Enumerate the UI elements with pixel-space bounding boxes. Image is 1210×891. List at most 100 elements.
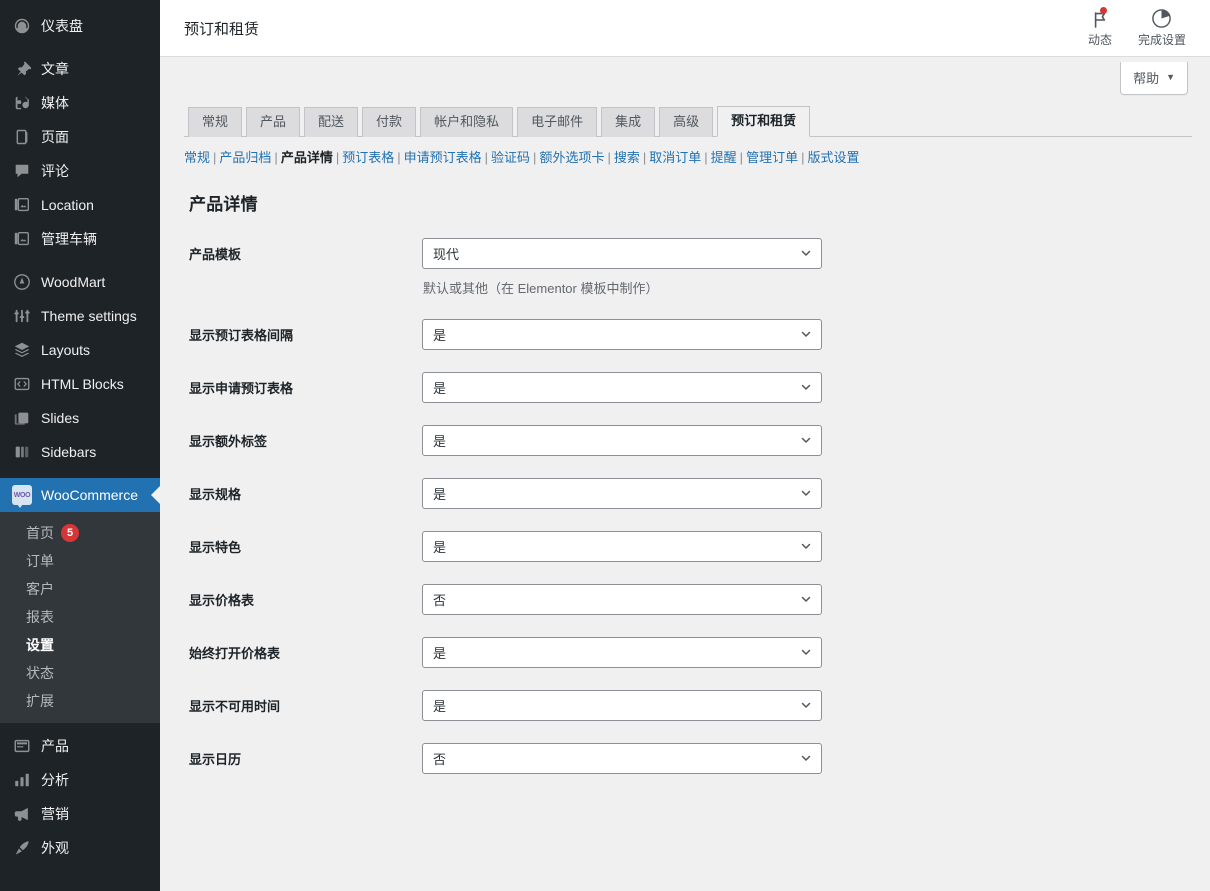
sidebar-item-products[interactable]: 产品 <box>0 729 160 763</box>
tab-label: 高级 <box>673 114 700 129</box>
help-button[interactable]: 帮助 ▼ <box>1120 62 1188 95</box>
field-row-show-extra-labels: 显示额外标签 是 <box>184 414 1192 467</box>
sidebar-item-dashboard[interactable]: 仪表盘 <box>0 9 160 43</box>
sidebar-item-theme-settings[interactable]: Theme settings <box>0 299 160 333</box>
sidebar-divider-1 <box>0 43 160 52</box>
sidebar-item-appearance[interactable]: 外观 <box>0 831 160 865</box>
tab-advanced[interactable]: 高级 <box>659 107 714 137</box>
sidebar-item-manage-vehicles[interactable]: 管理车辆 <box>0 222 160 256</box>
tab-booking-rental[interactable]: 预订和租赁 <box>717 106 811 137</box>
subnav-item-booking-form[interactable]: 预订表格 <box>342 150 394 165</box>
select-value: 是 <box>433 539 447 555</box>
sidebar-subitem-status[interactable]: 状态 <box>0 659 160 687</box>
marketing-icon <box>12 804 32 824</box>
subnav-item-extra-tabs[interactable]: 额外选项卡 <box>539 150 604 165</box>
activity-panel-label: 动态 <box>1087 32 1112 47</box>
show-unavailable-time-select[interactable]: 是 <box>422 689 822 721</box>
sidebar-subitem-customers[interactable]: 客户 <box>0 575 160 603</box>
chevron-down-icon <box>800 434 812 446</box>
setup-progress-button[interactable]: 完成设置 <box>1138 7 1186 50</box>
subnav-item-general[interactable]: 常规 <box>184 150 210 165</box>
tab-payments[interactable]: 付款 <box>362 107 417 137</box>
show-specifications-select[interactable]: 是 <box>422 477 822 509</box>
show-features-select[interactable]: 是 <box>422 530 822 562</box>
sidebar-item-label: WooCommerce <box>41 487 138 503</box>
tab-label: 常规 <box>202 114 229 129</box>
select-value: 是 <box>433 327 447 343</box>
sidebar-item-sidebars[interactable]: Sidebars <box>0 435 160 469</box>
show-request-booking-form-select[interactable]: 是 <box>422 371 822 403</box>
sidebar-item-comments[interactable]: 评论 <box>0 154 160 188</box>
chevron-down-icon <box>800 328 812 340</box>
sidebar-subitem-settings[interactable]: 设置 <box>0 631 160 659</box>
sidebar-subitem-orders[interactable]: 订单 <box>0 547 160 575</box>
chevron-down-icon <box>800 593 812 605</box>
sidebar-item-label: 评论 <box>41 163 69 179</box>
flag-icon <box>1088 6 1112 31</box>
field-row-show-unavailable-time: 显示不可用时间 是 <box>184 679 1192 732</box>
field-label: 显示预订表格间隔 <box>189 327 294 343</box>
custom-post-icon <box>12 195 32 215</box>
sidebar-subitem-reports[interactable]: 报表 <box>0 603 160 631</box>
sidebar-item-html-blocks[interactable]: HTML Blocks <box>0 367 160 401</box>
tab-general[interactable]: 常规 <box>188 107 243 137</box>
sidebar-item-media[interactable]: 媒体 <box>0 86 160 120</box>
settings-subnav: 常规 | 产品归档 | 产品详情 | 预订表格 | 申请预订表格 | 验证码 | 额外选项卡 | 搜索 | 取消… <box>184 148 1192 168</box>
subnav-item-search[interactable]: 搜索 <box>614 150 640 165</box>
select-value: 是 <box>433 486 447 502</box>
products-icon <box>12 736 32 756</box>
sidebar-item-posts[interactable]: 文章 <box>0 52 160 86</box>
slides-icon <box>12 408 32 428</box>
tab-products[interactable]: 产品 <box>246 107 301 137</box>
show-booking-form-gap-select[interactable]: 是 <box>422 318 822 350</box>
page-title: 预订和租赁 <box>184 20 260 38</box>
sidebar-group-secondary: 产品 分析 营销 外观 <box>0 723 160 865</box>
always-open-price-table-select[interactable]: 是 <box>422 636 822 668</box>
page-topbar: 预订和租赁 动态 完成设置 <box>160 0 1210 57</box>
product-template-select[interactable]: 现代 <box>422 237 822 269</box>
sidebar-subitem-extensions[interactable]: 扩展 <box>0 687 160 715</box>
sidebar-item-pages[interactable]: 页面 <box>0 120 160 154</box>
subnav-item-request-booking-form[interactable]: 申请预订表格 <box>404 150 482 165</box>
field-control: 是 <box>422 477 822 509</box>
tab-emails[interactable]: 电子邮件 <box>517 107 598 137</box>
subnav-item-product-archive[interactable]: 产品归档 <box>219 150 271 165</box>
subnav-item-cancel-order[interactable]: 取消订单 <box>649 150 701 165</box>
field-row-show-features: 显示特色 是 <box>184 520 1192 573</box>
subnav-separator: | <box>739 150 744 165</box>
pin-icon <box>12 59 32 79</box>
subnav-item-reminder[interactable]: 提醒 <box>711 150 737 165</box>
subnav-item-manage-orders[interactable]: 管理订单 <box>746 150 798 165</box>
tab-integration[interactable]: 集成 <box>601 107 656 137</box>
subnav-item-captcha[interactable]: 验证码 <box>491 150 530 165</box>
sidebar-item-marketing[interactable]: 营销 <box>0 797 160 831</box>
sidebar-item-slides[interactable]: Slides <box>0 401 160 435</box>
chevron-down-icon <box>800 381 812 393</box>
sidebar-item-location[interactable]: Location <box>0 188 160 222</box>
sidebar-subitem-home[interactable]: 首页 5 <box>0 519 160 547</box>
tab-label: 预订和租赁 <box>731 113 797 128</box>
sidebar-item-label: Layouts <box>41 342 91 358</box>
show-calendar-select[interactable]: 否 <box>422 742 822 774</box>
sidebar-item-label: HTML Blocks <box>41 376 124 392</box>
sidebar-item-label: 仪表盘 <box>41 18 83 34</box>
sidebar-item-layouts[interactable]: Layouts <box>0 333 160 367</box>
subnav-item-product-details[interactable]: 产品详情 <box>281 150 333 165</box>
sidebar-group-primary: 仪表盘 文章 媒体 页面 评论 Location 管理车辆 WoodMart T… <box>0 9 160 469</box>
sidebar-item-woodmart[interactable]: WoodMart <box>0 265 160 299</box>
sidebar-item-analytics[interactable]: 分析 <box>0 763 160 797</box>
sidebar-item-label: 分析 <box>41 772 69 788</box>
subnav-item-layout-settings[interactable]: 版式设置 <box>807 150 859 165</box>
show-price-table-select[interactable]: 否 <box>422 583 822 615</box>
settings-scroll-area[interactable]: 帮助 ▼ 常规 产品 配送 付款 帐户和隐私 电子邮件 集成 高级 预订和租赁 <box>160 57 1210 891</box>
sidebar-item-label: 媒体 <box>41 95 69 111</box>
activity-panel-button[interactable]: 动态 <box>1087 6 1112 50</box>
tab-accounts-privacy[interactable]: 帐户和隐私 <box>420 107 514 137</box>
show-extra-labels-select[interactable]: 是 <box>422 424 822 456</box>
progress-circle-icon <box>1150 7 1174 31</box>
sidebar-item-label: 页面 <box>41 129 69 145</box>
tab-shipping[interactable]: 配送 <box>304 107 359 137</box>
sidebar-subitem-label: 状态 <box>26 665 54 681</box>
sidebar-item-woocommerce[interactable]: WOO WooCommerce <box>0 478 160 512</box>
sidebar-submenu-woocommerce: 首页 5 订单 客户 报表 设置 状态 扩展 <box>0 512 160 723</box>
